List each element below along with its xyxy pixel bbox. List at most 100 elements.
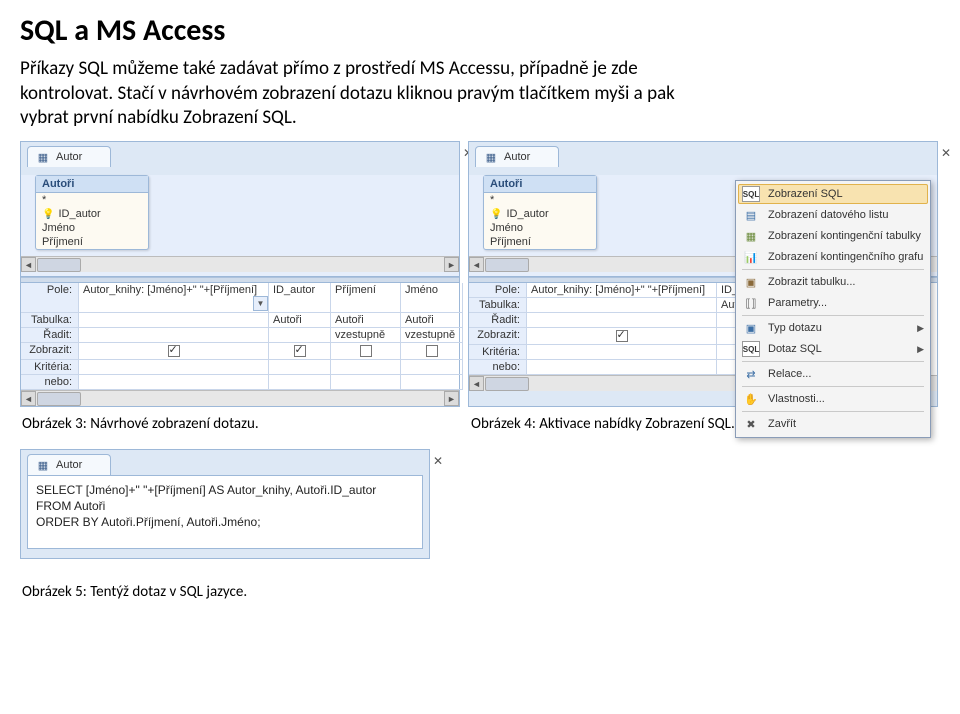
query-tab[interactable]: ▦ Autor xyxy=(27,146,111,167)
menu-item-label: Typ dotazu xyxy=(768,322,822,334)
qbe-cell[interactable]: Autoři xyxy=(269,313,331,328)
submenu-arrow-icon: ▶ xyxy=(917,323,924,334)
sql-textarea[interactable]: SELECT [Jméno]+" "+[Příjmení] AS Autor_k… xyxy=(27,475,423,549)
menu-item-label: Zavřít xyxy=(768,418,796,430)
sheet-icon: ▤ xyxy=(742,207,760,223)
menu-item-chart[interactable]: 📊Zobrazení kontingenčního grafu xyxy=(738,247,928,267)
qbe-cell[interactable] xyxy=(79,343,269,360)
query-icon: ▦ xyxy=(484,150,498,164)
menu-item-label: Zobrazení SQL xyxy=(768,188,843,200)
qbe-cell[interactable] xyxy=(527,345,717,360)
page-title: SQL a MS Access xyxy=(20,12,940,49)
menu-item-close[interactable]: ✖Zavřít xyxy=(738,414,928,434)
scroll-left-icon[interactable]: ◄ xyxy=(21,391,36,406)
qbe-cell[interactable] xyxy=(527,328,717,345)
menu-item-label: Relace... xyxy=(768,368,811,380)
scroll-thumb[interactable] xyxy=(37,258,81,272)
qbe-cell[interactable] xyxy=(527,298,717,313)
menu-item-qsql[interactable]: SQLDotaz SQL▶ xyxy=(738,339,928,359)
qbe-cell[interactable]: Autor_knihy: [Jméno]+" "+[Příjmení]▼ xyxy=(79,283,269,313)
qbe-label: Tabulka: xyxy=(469,298,527,313)
scroll-thumb[interactable] xyxy=(37,392,81,406)
menu-item-param[interactable]: ⟦⟧Parametry... xyxy=(738,293,928,313)
scroll-right-icon[interactable]: ► xyxy=(444,391,459,406)
qbe-cell[interactable] xyxy=(269,375,331,390)
query-tab[interactable]: ▦ Autor xyxy=(475,146,559,167)
qbe-cell[interactable]: ID_autor xyxy=(269,283,331,313)
qbe-cell[interactable] xyxy=(527,313,717,328)
show-checkbox[interactable] xyxy=(168,345,180,357)
close-tab-icon[interactable]: ✕ xyxy=(941,146,951,160)
menu-item-prop[interactable]: ✋Vlastnosti... xyxy=(738,389,928,409)
scroll-right-icon[interactable]: ► xyxy=(444,257,459,272)
menu-item-qtype[interactable]: ▣Typ dotazu▶ xyxy=(738,318,928,338)
menu-item-pivot[interactable]: ▦Zobrazení kontingenční tabulky xyxy=(738,226,928,246)
qbe-cell[interactable]: vzestupně xyxy=(401,328,463,343)
caption-fig3: Obrázek 3: Návrhové zobrazení dotazu. xyxy=(22,415,461,433)
menu-item-label: Zobrazení datového listu xyxy=(768,209,888,221)
qbe-cell[interactable] xyxy=(269,328,331,343)
sql-line: SELECT [Jméno]+" "+[Příjmení] AS Autor_k… xyxy=(36,482,414,498)
qbe-cell[interactable]: Jméno xyxy=(401,283,463,313)
qbe-cell[interactable] xyxy=(79,313,269,328)
chart-icon: 📊 xyxy=(742,249,760,265)
qbe-cell[interactable] xyxy=(269,343,331,360)
show-checkbox[interactable] xyxy=(616,330,628,342)
menu-item-showtbl[interactable]: ▣Zobrazit tabulku... xyxy=(738,272,928,292)
table-row[interactable]: Příjmení xyxy=(484,235,596,249)
lower-hscroll[interactable]: ◄ ► xyxy=(21,390,459,406)
tab-label: Autor xyxy=(504,151,530,163)
qbe-cell[interactable] xyxy=(401,343,463,360)
scroll-thumb[interactable] xyxy=(485,258,529,272)
table-row[interactable]: 💡ID_autor xyxy=(484,207,596,221)
qbe-cell[interactable] xyxy=(401,360,463,375)
menu-separator xyxy=(742,269,924,270)
param-icon: ⟦⟧ xyxy=(742,295,760,311)
show-checkbox[interactable] xyxy=(426,345,438,357)
query-tab[interactable]: ▦ Autor xyxy=(27,454,111,475)
key-icon: 💡 xyxy=(490,209,502,220)
query-icon: ▦ xyxy=(36,458,50,472)
scroll-left-icon[interactable]: ◄ xyxy=(469,257,484,272)
menu-item-label: Zobrazení kontingenční tabulky xyxy=(768,230,921,242)
qbe-cell[interactable]: Autoři xyxy=(401,313,463,328)
table-row[interactable]: 💡ID_autor xyxy=(36,207,148,221)
qbe-cell[interactable] xyxy=(331,343,401,360)
table-row[interactable]: * xyxy=(36,193,148,207)
table-box[interactable]: Autoři * 💡ID_autor Jméno Příjmení xyxy=(483,175,597,250)
qbe-cell[interactable] xyxy=(331,360,401,375)
caption-fig5: Obrázek 5: Tentýž dotaz v SQL jazyce. xyxy=(22,583,940,601)
qbe-cell[interactable] xyxy=(79,360,269,375)
menu-item-rel[interactable]: ⇄Relace... xyxy=(738,364,928,384)
menu-separator xyxy=(742,361,924,362)
table-row[interactable]: Jméno xyxy=(36,221,148,235)
tab-label: Autor xyxy=(56,151,82,163)
scroll-left-icon[interactable]: ◄ xyxy=(21,257,36,272)
qbe-cell[interactable]: Autor_knihy: [Jméno]+" "+[Příjmení] xyxy=(527,283,717,298)
qbe-cell[interactable] xyxy=(401,375,463,390)
qbe-cell[interactable] xyxy=(269,360,331,375)
table-row[interactable]: * xyxy=(484,193,596,207)
scroll-left-icon[interactable]: ◄ xyxy=(469,376,484,391)
qbe-cell[interactable] xyxy=(79,328,269,343)
menu-item-sql[interactable]: SQLZobrazení SQL xyxy=(738,184,928,204)
qbe-cell[interactable] xyxy=(527,360,717,375)
qbe-cell[interactable] xyxy=(331,375,401,390)
dropdown-icon[interactable]: ▼ xyxy=(253,296,268,311)
qbe-cell[interactable]: Příjmení xyxy=(331,283,401,313)
tab-label: Autor xyxy=(56,459,82,471)
table-row[interactable]: Jméno xyxy=(484,221,596,235)
show-checkbox[interactable] xyxy=(294,345,306,357)
menu-item-sheet[interactable]: ▤ Zobrazení datového listu xyxy=(738,205,928,225)
close-tab-icon[interactable]: ✕ xyxy=(433,454,443,468)
table-row[interactable]: Příjmení xyxy=(36,235,148,249)
table-box[interactable]: Autoři * 💡ID_autor Jméno Příjmení xyxy=(35,175,149,250)
upper-hscroll[interactable]: ◄ ► xyxy=(21,256,459,272)
qbe-cell[interactable] xyxy=(79,375,269,390)
qbe-cell[interactable]: Autoři xyxy=(331,313,401,328)
scroll-thumb[interactable] xyxy=(485,377,529,391)
show-checkbox[interactable] xyxy=(360,345,372,357)
qbe-cell[interactable]: vzestupně xyxy=(331,328,401,343)
qbe-label: Řadit: xyxy=(21,328,79,343)
qbe-label: Zobrazit: xyxy=(469,328,527,345)
